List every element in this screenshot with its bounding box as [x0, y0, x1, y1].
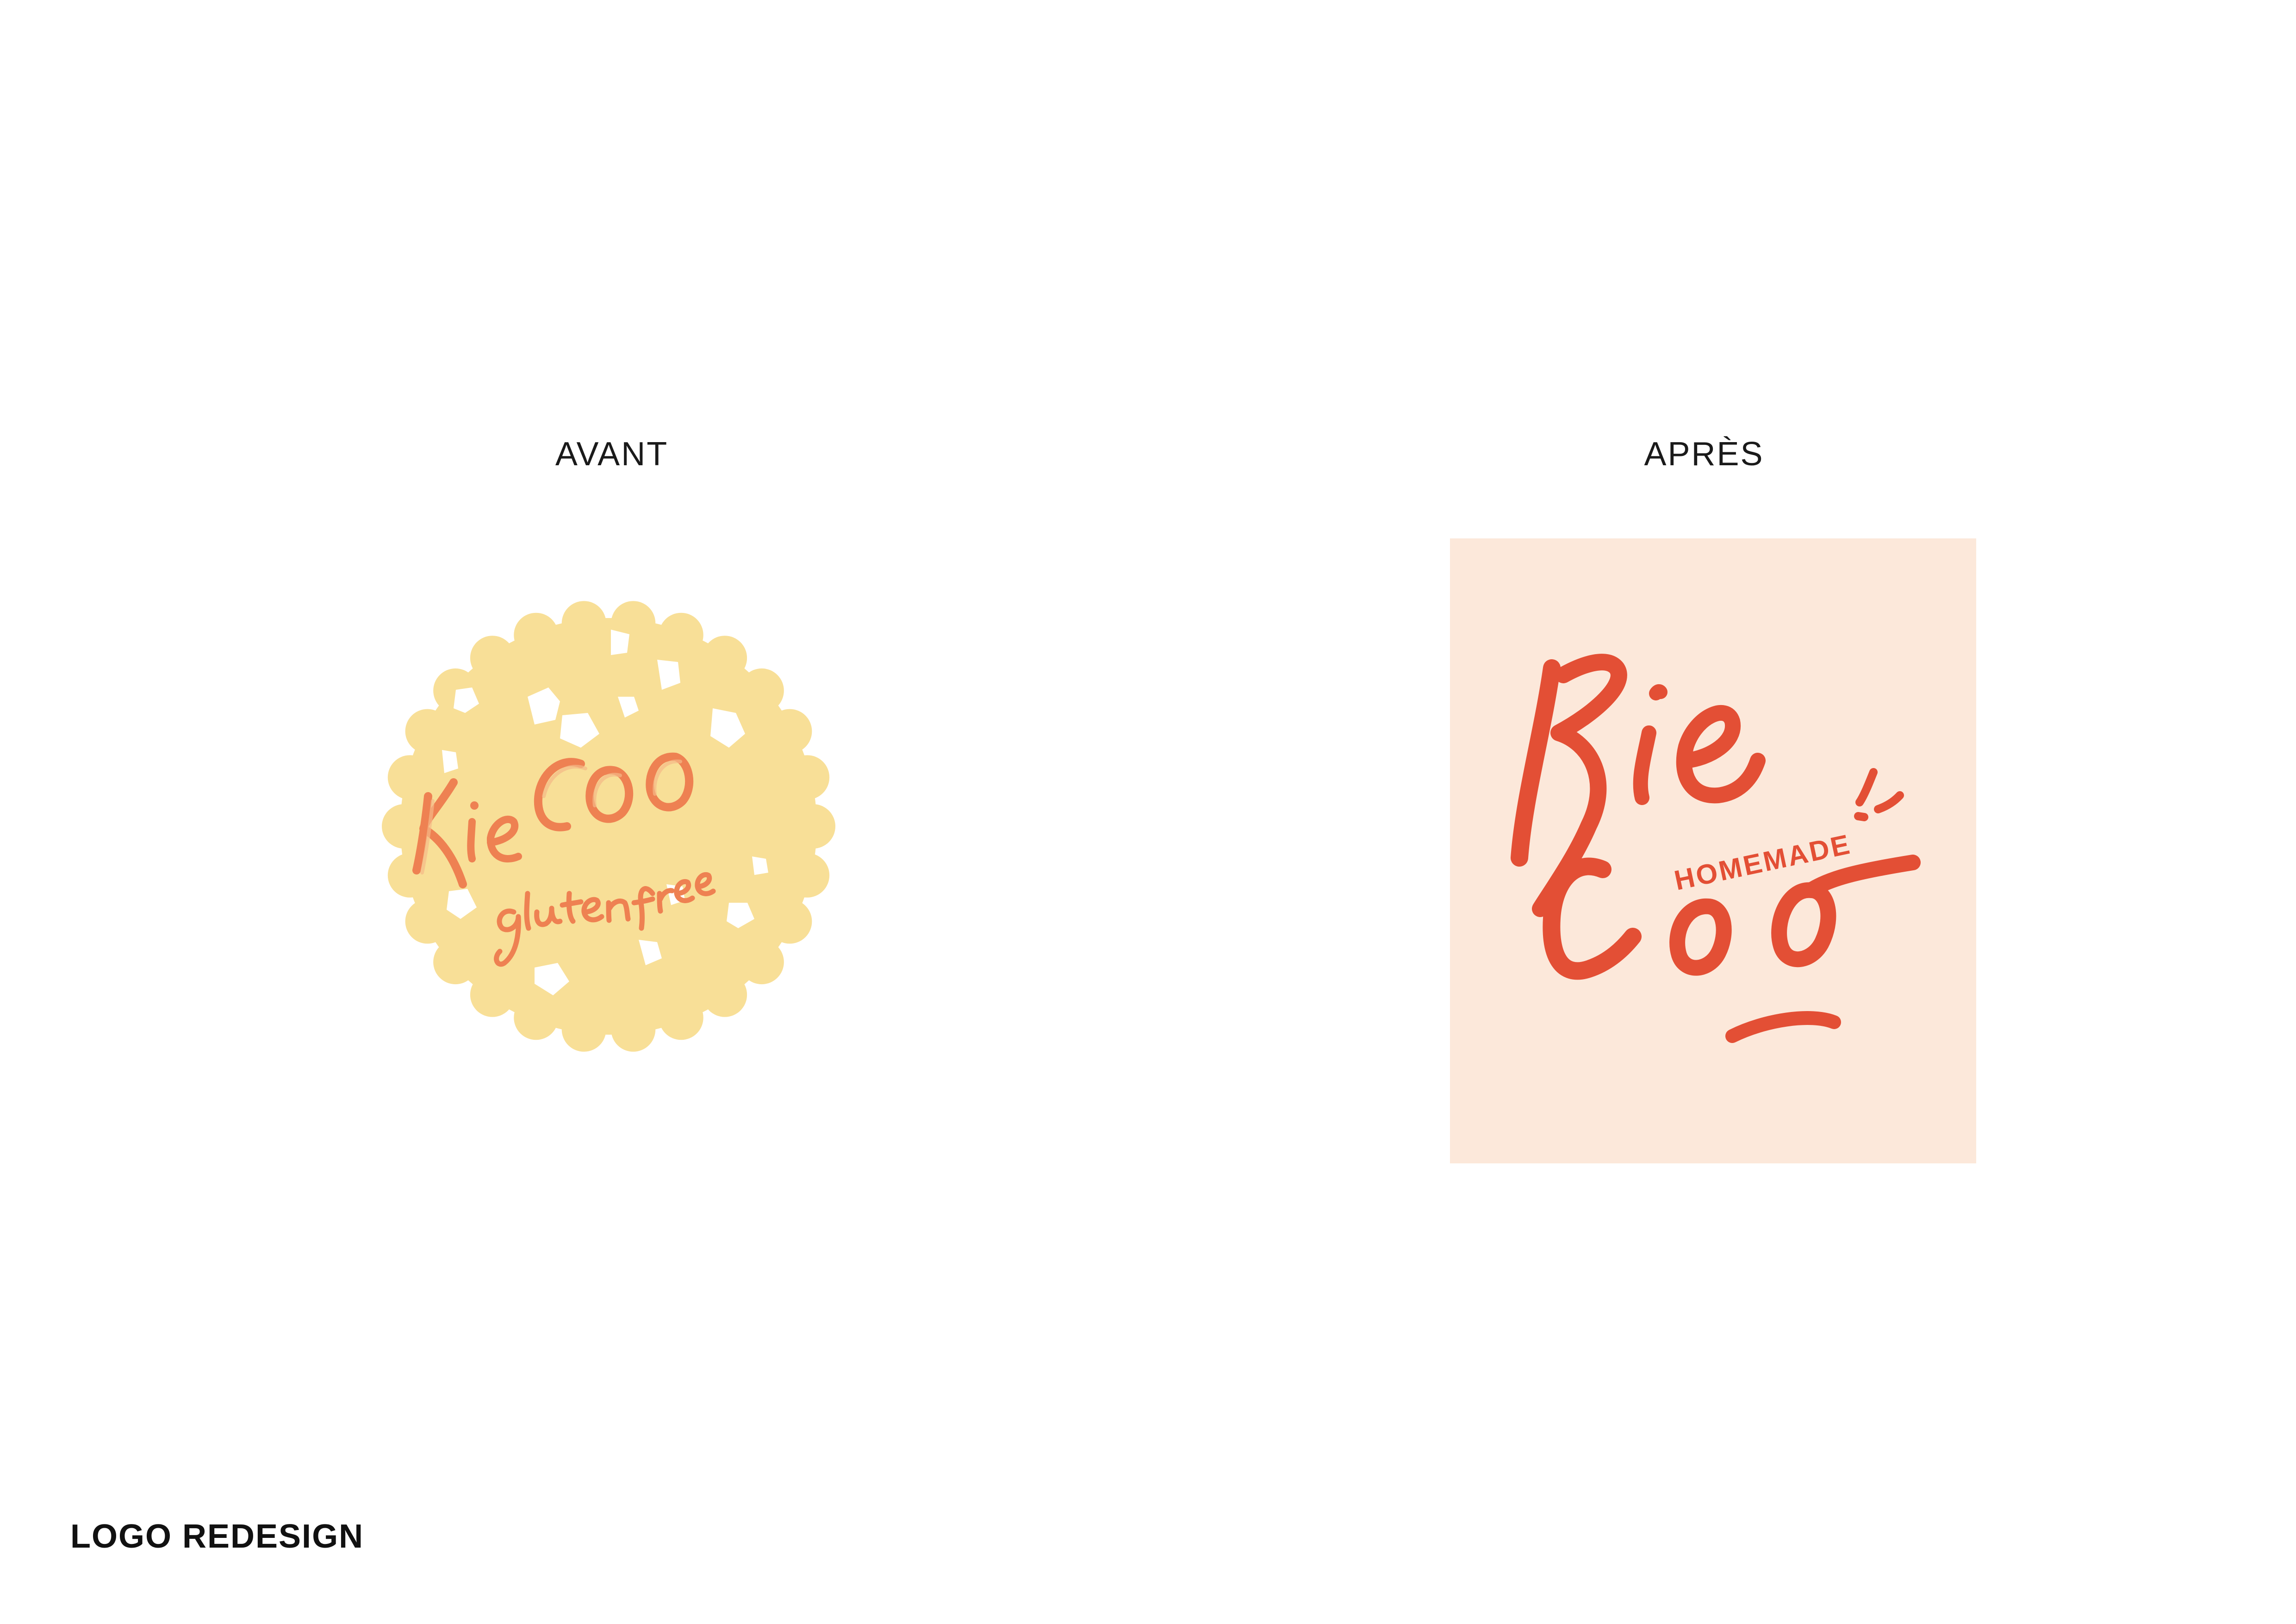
new-logo: HOMEMADE [1450, 538, 1976, 1163]
before-heading: AVANT [555, 436, 669, 473]
old-logo [380, 597, 838, 1056]
old-logo-cookie [382, 601, 835, 1052]
after-heading: APRÈS [1644, 436, 1764, 473]
old-logo-graphic [382, 601, 835, 1052]
new-logo-lettering [1511, 654, 1921, 1043]
page-title: LOGO REDESIGN [70, 1518, 364, 1555]
new-logo-graphic: HOMEMADE [1511, 654, 1921, 1043]
